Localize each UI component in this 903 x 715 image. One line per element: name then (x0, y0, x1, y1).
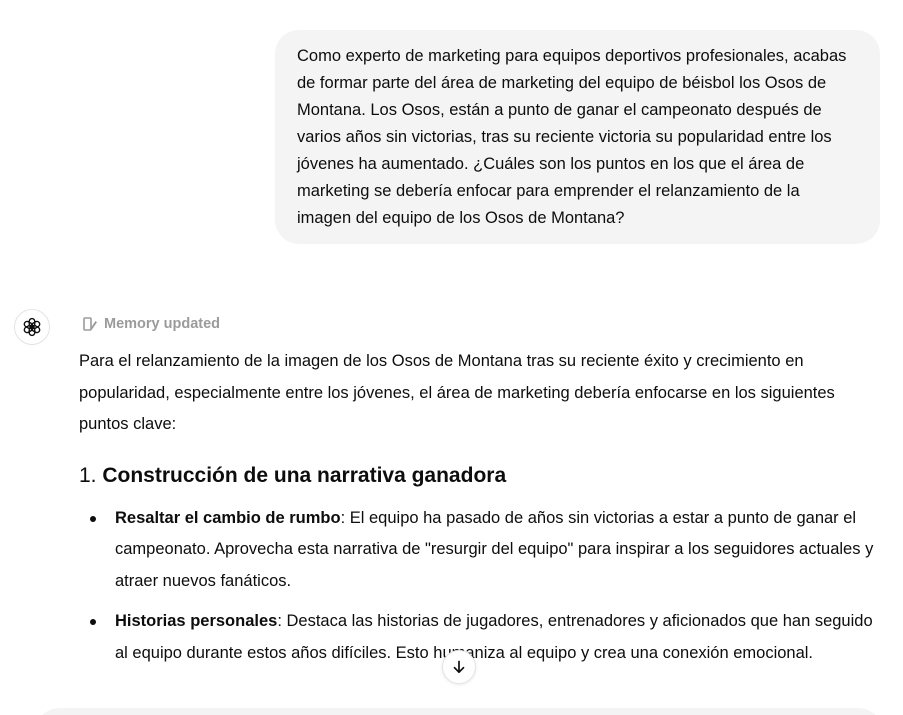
key-points-list: Resaltar el cambio de rumbo: El equipo h… (79, 503, 879, 670)
memory-pencil-icon (83, 317, 97, 331)
assistant-avatar (14, 309, 50, 345)
scroll-to-bottom-button[interactable] (442, 650, 476, 684)
memory-updated-indicator[interactable]: Memory updated (82, 316, 220, 332)
list-item: Historias personales: Destaca las histor… (79, 606, 879, 669)
section-heading: 1. Construcción de una narrativa ganador… (79, 461, 879, 491)
section-title: Construcción de una narrativa ganadora (102, 463, 507, 487)
list-item: Resaltar el cambio de rumbo: El equipo h… (79, 503, 879, 598)
message-composer[interactable] (34, 708, 884, 715)
chat-page: Como experto de marketing para equipos d… (0, 0, 903, 715)
list-item-label: Historias personales (115, 612, 278, 630)
openai-logo-icon (23, 317, 41, 337)
assistant-intro: Para el relanzamiento de la imagen de lo… (79, 352, 835, 433)
section-number: 1. (79, 463, 97, 487)
list-item-label: Resaltar el cambio de rumbo (115, 508, 341, 527)
memory-updated-label: Memory updated (104, 316, 221, 332)
user-message-text: Como experto de marketing para equipos d… (297, 47, 847, 227)
assistant-message: Para el relanzamiento de la imagen de lo… (79, 346, 879, 678)
user-message-bubble: Como experto de marketing para equipos d… (275, 30, 880, 244)
arrow-down-icon (453, 660, 465, 674)
